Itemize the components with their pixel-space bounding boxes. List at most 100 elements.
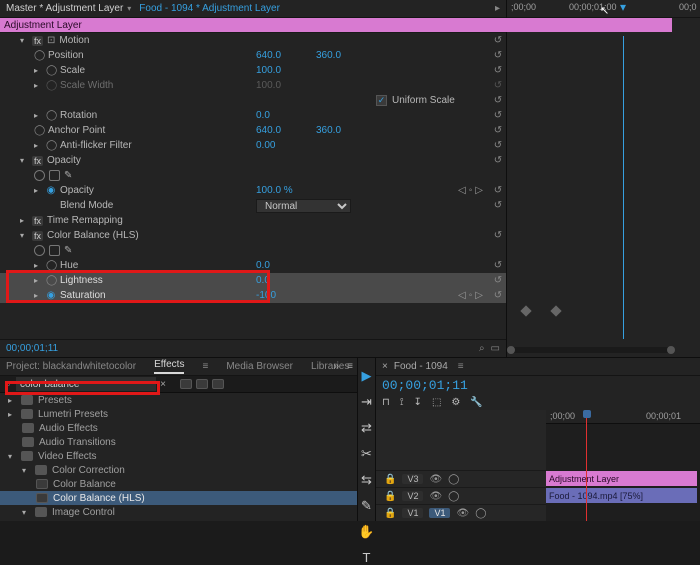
- scale-reset-icon[interactable]: ↺: [490, 65, 506, 76]
- position-x-value[interactable]: 640.0: [256, 50, 316, 61]
- tree-audio-fx[interactable]: Audio Effects: [0, 421, 357, 435]
- sequence-timecode[interactable]: 00;00;01;11: [382, 378, 468, 393]
- anchor-x-value[interactable]: 640.0: [256, 125, 316, 136]
- track-header-v3[interactable]: 🔒V3👁◯: [376, 470, 546, 487]
- ec-clip-tab[interactable]: Food - 1094 * Adjustment Layer: [139, 3, 280, 14]
- sequence-playhead[interactable]: [586, 410, 587, 521]
- rotation-stopwatch-icon[interactable]: ◯: [46, 110, 56, 121]
- ec-play-only-icon[interactable]: ▸: [495, 3, 500, 14]
- search-clear-button[interactable]: ×: [156, 379, 170, 390]
- ec-timeline-playhead[interactable]: ▾: [620, 0, 626, 14]
- fx-badge-timeremap[interactable]: fx: [32, 216, 43, 226]
- opacity-value[interactable]: 100.0 %: [256, 185, 316, 196]
- mask-rect-button[interactable]: [49, 170, 60, 181]
- type-tool-icon[interactable]: T: [363, 550, 371, 565]
- timeremap-twisty[interactable]: ▸: [20, 216, 28, 225]
- tree-video-fx[interactable]: ▾Video Effects: [0, 449, 357, 463]
- motion-label[interactable]: Motion: [59, 35, 89, 46]
- scroll-thumb-right[interactable]: [667, 346, 675, 354]
- tree-lumetri[interactable]: ▸Lumetri Presets: [0, 407, 357, 421]
- panel-menu-icon[interactable]: ≡: [347, 361, 353, 372]
- eye-icon[interactable]: 👁: [429, 474, 442, 485]
- 32bit-badge-icon[interactable]: [196, 379, 208, 389]
- seq-close-button[interactable]: ×: [382, 361, 388, 372]
- lightness-stopwatch-icon[interactable]: ◯: [46, 275, 56, 286]
- flicker-twisty[interactable]: ▸: [34, 141, 42, 150]
- opacity-label[interactable]: Opacity: [47, 155, 81, 166]
- clip-adjustment-layer[interactable]: Adjustment Layer: [546, 471, 697, 486]
- flicker-reset-icon[interactable]: ↺: [490, 140, 506, 151]
- scale-stopwatch-icon[interactable]: ◯: [46, 65, 56, 76]
- ec-timecode[interactable]: 00;00;01;11: [6, 343, 58, 354]
- hls-label[interactable]: Color Balance (HLS): [47, 230, 139, 241]
- tree-color-correction[interactable]: ▾Color Correction: [0, 463, 357, 477]
- mask-pen-button[interactable]: [64, 170, 75, 181]
- lightness-value[interactable]: 0.0: [256, 275, 316, 286]
- position-y-value[interactable]: 360.0: [316, 50, 376, 61]
- saturation-twisty[interactable]: ▸: [34, 291, 42, 300]
- seq-menu-icon[interactable]: ≡: [458, 361, 464, 372]
- track-header-v2[interactable]: 🔒V2👁◯: [376, 487, 546, 504]
- mask-ellipse-button[interactable]: [34, 170, 45, 181]
- sat-add-kf-icon[interactable]: ◦: [469, 290, 473, 301]
- tree-image-control[interactable]: ▾Image Control: [0, 505, 357, 519]
- motion-reset-icon[interactable]: ↺: [490, 35, 506, 46]
- opacity-stopwatch-icon[interactable]: ◉: [46, 185, 56, 196]
- saturation-value[interactable]: -100: [256, 290, 316, 301]
- opacity-add-kf-icon[interactable]: ◦: [469, 185, 473, 196]
- effects-search-input[interactable]: [16, 377, 156, 391]
- tab-effects-menu-icon[interactable]: ≡: [202, 361, 208, 372]
- sat-prev-kf-icon[interactable]: ◁: [458, 290, 466, 301]
- track-header-v1[interactable]: 🔒V1V1👁◯: [376, 504, 546, 521]
- uniform-reset-icon[interactable]: ↺: [490, 95, 506, 106]
- tree-color-balance-hls-item[interactable]: Color Balance (HLS): [0, 491, 357, 505]
- yuv-badge-icon[interactable]: [212, 379, 224, 389]
- tree-presets[interactable]: ▸Presets: [0, 393, 357, 407]
- scale-twisty[interactable]: ▸: [34, 66, 42, 75]
- lock-icon[interactable]: 🔒: [384, 508, 396, 519]
- keyframe-marker[interactable]: [550, 305, 561, 316]
- position-stopwatch-icon[interactable]: ◯: [34, 50, 44, 61]
- razor-tool-icon[interactable]: ✂: [361, 446, 372, 462]
- eye-icon[interactable]: 👁: [456, 508, 469, 519]
- opacity-twisty[interactable]: ▾: [20, 156, 28, 165]
- tabs-overflow-icon[interactable]: »: [333, 361, 339, 372]
- tree-color-balance-item[interactable]: Color Balance: [0, 477, 357, 491]
- wrench-button[interactable]: 🔧: [470, 397, 482, 408]
- hls-reset-icon[interactable]: ↺: [490, 230, 506, 241]
- lock-icon[interactable]: 🔒: [384, 491, 396, 502]
- hue-reset-icon[interactable]: ↺: [490, 260, 506, 271]
- scroll-thumb-left[interactable]: [507, 346, 515, 354]
- opacity-reset-icon[interactable]: ↺: [490, 155, 506, 166]
- rotation-value[interactable]: 0.0: [256, 110, 316, 121]
- saturation-reset-icon[interactable]: ↺: [490, 290, 506, 301]
- flicker-value[interactable]: 0.00: [256, 140, 316, 151]
- hls-mask-ellipse-button[interactable]: [34, 245, 45, 256]
- rotation-twisty[interactable]: ▸: [34, 111, 42, 120]
- ripple-tool-icon[interactable]: ⇄: [361, 420, 372, 436]
- ec-master-tab[interactable]: Master * Adjustment Layer: [6, 3, 123, 14]
- hue-twisty[interactable]: ▸: [34, 261, 42, 270]
- master-dropdown-icon[interactable]: ▾: [127, 4, 131, 13]
- pen-tool-icon[interactable]: ✎: [361, 498, 372, 514]
- track-select-tool-icon[interactable]: ⇥: [361, 394, 372, 410]
- tab-project[interactable]: Project: blackandwhitetocolor: [6, 361, 136, 372]
- timeremap-label[interactable]: Time Remapping: [47, 215, 123, 226]
- opacity-val-twisty[interactable]: ▸: [34, 186, 42, 195]
- slip-tool-icon[interactable]: ⇆: [361, 472, 372, 488]
- anchor-stopwatch-icon[interactable]: ◯: [34, 125, 44, 136]
- hls-twisty[interactable]: ▾: [20, 231, 28, 240]
- mute-icon[interactable]: ◯: [475, 508, 486, 519]
- motion-direct-icon[interactable]: ⊡: [47, 35, 55, 46]
- keyframe-marker[interactable]: [520, 305, 531, 316]
- rotation-reset-icon[interactable]: ↺: [490, 110, 506, 121]
- fx-badge-opacity[interactable]: fx: [32, 156, 43, 166]
- tab-media-browser[interactable]: Media Browser: [226, 361, 293, 372]
- tab-libraries[interactable]: Libraries: [311, 361, 349, 372]
- tab-effects[interactable]: Effects: [154, 359, 184, 374]
- sat-next-kf-icon[interactable]: ▷: [475, 290, 483, 301]
- fx-badge-hls[interactable]: fx: [32, 231, 43, 241]
- lightness-twisty[interactable]: ▸: [34, 276, 42, 285]
- ec-timeline-scrollbar[interactable]: [510, 347, 672, 353]
- clip-food-video[interactable]: Food - 1094.mp4 [75%]: [546, 488, 697, 503]
